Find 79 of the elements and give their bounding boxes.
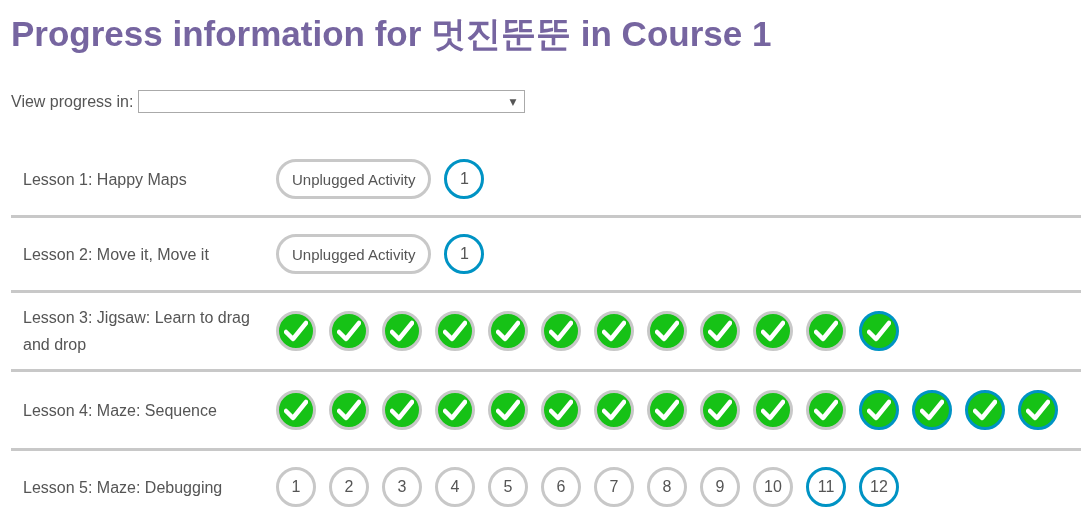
caret-icon: ▼ [509,96,517,107]
completed-level-bubble[interactable] [276,390,316,430]
checkmark-icon [708,320,732,342]
checkmark-icon [496,399,520,421]
completed-level-bubble[interactable] [541,311,581,351]
completed-level-bubble[interactable] [647,390,687,430]
completed-level-bubble[interactable] [753,390,793,430]
completed-level-bubble[interactable] [647,311,687,351]
checkmark-icon [549,320,573,342]
completed-level-bubble[interactable] [329,390,369,430]
checkmark-icon [761,399,785,421]
checkmark-icon [337,399,361,421]
completed-level-bubble[interactable] [382,390,422,430]
completed-level-bubble[interactable] [806,390,846,430]
level-bubble[interactable]: 9 [700,467,740,507]
completed-level-bubble[interactable] [965,390,1005,430]
completed-level-bubble[interactable] [594,390,634,430]
view-progress-label: View progress in: [11,92,134,111]
section-dropdown[interactable]: ▼ [138,90,526,113]
completed-level-bubble[interactable] [859,311,899,351]
level-bubble[interactable]: 5 [488,467,528,507]
checkmark-icon [655,399,679,421]
checkmark-icon [284,399,308,421]
checkmark-icon [602,320,626,342]
completed-level-bubble[interactable] [541,390,581,430]
lesson-name: Lesson 4: Maze: Sequence [22,400,218,421]
level-bubble[interactable]: 1 [444,234,485,274]
checkmark-icon [1026,399,1050,421]
lesson-name: Lesson 1: Happy Maps [22,169,188,190]
checkmark-icon [443,399,467,421]
lesson-name: Lesson 3: Jigsaw: Learn to drag and drop [22,308,251,355]
level-bubble[interactable]: 1 [444,159,485,199]
completed-level-bubble[interactable] [912,390,952,430]
checkmark-icon [443,320,467,342]
checkmark-icon [284,320,308,342]
checkmark-icon [496,320,520,342]
completed-level-bubble[interactable] [806,311,846,351]
level-bubble[interactable]: 3 [382,467,422,507]
level-bubble[interactable]: 11 [806,467,846,507]
activity-bubble[interactable]: Unplugged Activity [276,234,432,274]
lesson-name: Lesson 5: Maze: Debugging [22,477,224,498]
checkmark-icon [390,399,414,421]
completed-level-bubble[interactable] [382,311,422,351]
checkmark-icon [867,399,891,421]
checkmark-icon [814,320,838,342]
completed-level-bubble[interactable] [276,311,316,351]
checkmark-icon [602,399,626,421]
checkmark-icon [337,320,361,342]
completed-level-bubble[interactable] [700,390,740,430]
completed-level-bubble[interactable] [435,390,475,430]
level-bubble[interactable]: 6 [541,467,581,507]
completed-level-bubble[interactable] [488,390,528,430]
completed-level-bubble[interactable] [594,311,634,351]
checkmark-icon [761,320,785,342]
checkmark-icon [973,399,997,421]
level-bubble[interactable]: 10 [753,467,793,507]
checkmark-icon [549,399,573,421]
page-title: Progress information for 멋진뚠뚠 in Course 1 [11,13,773,55]
checkmark-icon [390,320,414,342]
completed-level-bubble[interactable] [488,311,528,351]
completed-level-bubble[interactable] [1018,390,1058,430]
level-bubble[interactable]: 8 [647,467,687,507]
level-bubble[interactable]: 1 [276,467,316,507]
level-bubble[interactable]: 2 [329,467,369,507]
level-bubble[interactable]: 4 [435,467,475,507]
completed-level-bubble[interactable] [753,311,793,351]
completed-level-bubble[interactable] [700,311,740,351]
checkmark-icon [708,399,732,421]
lesson-name: Lesson 2: Move it, Move it [22,244,210,265]
level-bubble[interactable]: 12 [859,467,899,507]
activity-bubble[interactable]: Unplugged Activity [276,159,432,199]
checkmark-icon [920,399,944,421]
checkmark-icon [655,320,679,342]
completed-level-bubble[interactable] [859,390,899,430]
checkmark-icon [814,399,838,421]
completed-level-bubble[interactable] [329,311,369,351]
checkmark-icon [867,320,891,342]
level-bubble[interactable]: 7 [594,467,634,507]
completed-level-bubble[interactable] [435,311,475,351]
